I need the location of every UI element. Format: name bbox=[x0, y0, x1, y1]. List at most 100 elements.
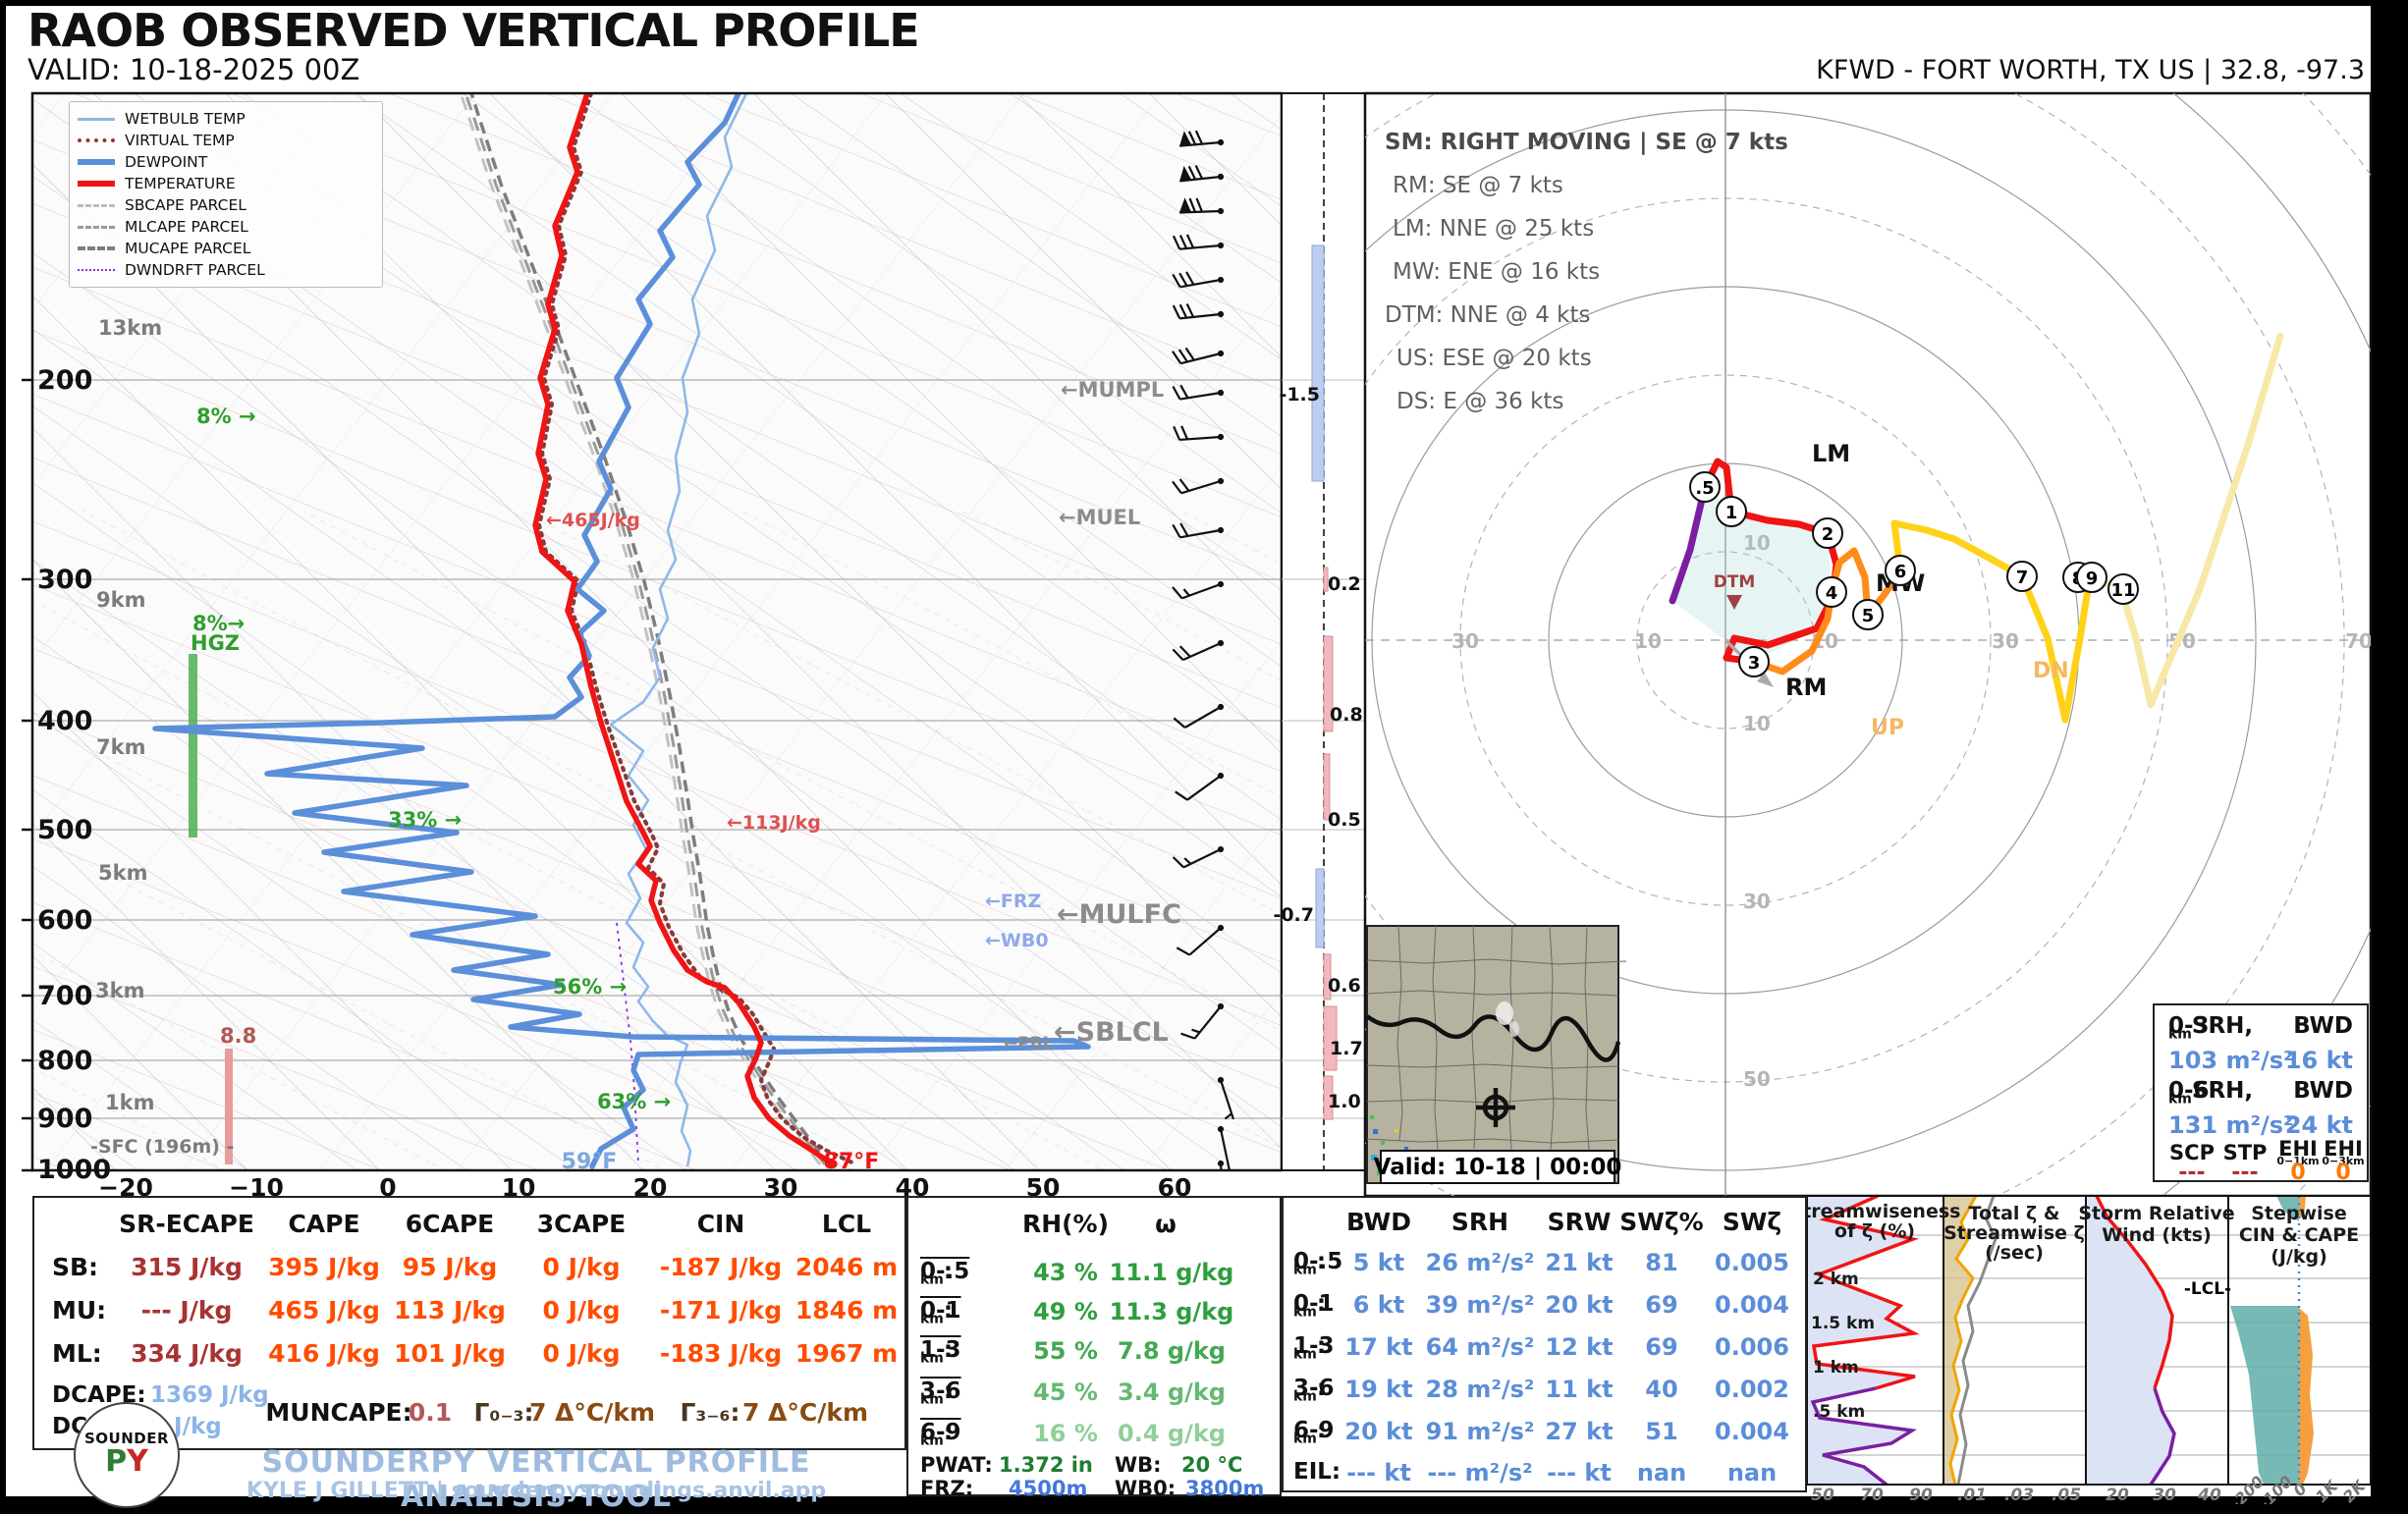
cell: 95 J/kg bbox=[403, 1253, 497, 1281]
mini-x-label: 40 bbox=[2197, 1486, 2221, 1504]
cell: 21 kt bbox=[1545, 1249, 1613, 1276]
pwat-value: 1.372 in bbox=[999, 1453, 1093, 1477]
raob-profile-figure: { "header":{ "title":"RAOB OBSERVED VERT… bbox=[0, 0, 2408, 1504]
cell: -183 J/kg bbox=[660, 1339, 782, 1368]
legend-label: DWNDRFT PARCEL bbox=[125, 261, 265, 279]
rh-value: 55 % bbox=[1033, 1337, 1098, 1365]
km-marker: 9 bbox=[2086, 568, 2099, 589]
omega-value: 0.5 bbox=[1328, 809, 1361, 831]
mini-title: Total ζ & bbox=[1969, 1203, 2060, 1224]
virtual-temp-line-icon bbox=[78, 138, 115, 142]
rm-label: RM bbox=[1785, 674, 1827, 701]
mini-charts: Streamwiseness of ζ (%) Total ζ & Stream… bbox=[1789, 1196, 2371, 1504]
mini-x-label: .03 bbox=[2004, 1486, 2034, 1504]
range: 3-6 bbox=[920, 1379, 961, 1404]
wetbulb-line-icon bbox=[78, 118, 115, 121]
cell: nan bbox=[1637, 1459, 1686, 1487]
cell: -171 J/kg bbox=[660, 1296, 782, 1325]
rm-line: RM: SE @ 7 kts bbox=[1393, 173, 1563, 198]
rh-value: 16 % bbox=[1033, 1420, 1098, 1447]
km-marker: 11 bbox=[2110, 580, 2135, 601]
srh-0-6-value: 131 m²/s² bbox=[2168, 1111, 2294, 1139]
lcl-marker-label: -LCL- bbox=[2184, 1279, 2231, 1299]
range: 0-.5 bbox=[1293, 1249, 1342, 1274]
mini-title: CIN & CAPE bbox=[2239, 1224, 2359, 1246]
range: 0-1 bbox=[1293, 1291, 1335, 1317]
wb0-value: 3800m bbox=[1185, 1477, 1264, 1500]
sbcape-line-icon bbox=[78, 204, 115, 207]
range: 1-3 bbox=[1293, 1333, 1335, 1359]
muncape-label: MUNCAPE: bbox=[265, 1398, 411, 1427]
mlcape-line-icon bbox=[78, 226, 115, 229]
bwd-0-6-value: 24 kt bbox=[2285, 1111, 2353, 1139]
dcape-value: 1369 J/kg bbox=[150, 1382, 269, 1408]
wb-label: WB: bbox=[1115, 1453, 1162, 1477]
mini-y-label: 1 km bbox=[1813, 1358, 1859, 1378]
legend-label: DEWPOINT bbox=[125, 153, 207, 171]
ring-label: 30 bbox=[1451, 629, 1479, 653]
wb0-label: ←WB0 bbox=[985, 930, 1049, 951]
cell: --- J/kg bbox=[141, 1296, 233, 1325]
mw-line: MW: ENE @ 16 kts bbox=[1393, 259, 1600, 285]
rh-value: 43 % bbox=[1033, 1259, 1098, 1286]
us-line: US: ESE @ 20 kts bbox=[1396, 346, 1592, 371]
mini-title: Streamwiseness bbox=[1789, 1201, 1961, 1222]
cell: 40 bbox=[1645, 1376, 1677, 1403]
cell: 395 J/kg bbox=[268, 1253, 380, 1281]
ring-label: 10 bbox=[1634, 629, 1662, 653]
skewt-legend: WETBULB TEMP VIRTUAL TEMP DEWPOINT TEMPE… bbox=[69, 101, 383, 288]
srh-word: SRH, bbox=[2192, 1013, 2253, 1039]
cell: 28 m²/s² bbox=[1426, 1376, 1535, 1403]
mini-x-label: 30 bbox=[2153, 1486, 2176, 1504]
row-label: SB: bbox=[52, 1253, 98, 1281]
cell: 26 m²/s² bbox=[1426, 1249, 1535, 1276]
cape-annotation: ←465J/kg bbox=[546, 510, 640, 531]
mini-y-label: .5 km bbox=[1813, 1402, 1865, 1422]
logo-text-p: P bbox=[105, 1444, 127, 1479]
wb0-label: WB0: bbox=[1115, 1477, 1176, 1500]
ring-label: 30 bbox=[1743, 890, 1771, 913]
height-label: 3km bbox=[95, 979, 144, 1002]
sounderpy-logo: SOUNDER PY bbox=[74, 1402, 180, 1508]
w-value: 0.4 g/kg bbox=[1118, 1420, 1226, 1447]
ring-label: 70 bbox=[2345, 629, 2373, 653]
cell: 0.004 bbox=[1715, 1418, 1789, 1445]
omega-bar-up bbox=[1316, 869, 1324, 947]
cell: 19 kt bbox=[1344, 1376, 1412, 1403]
srh-info-box: 0-3km SRH, BWD 103 m²/s² 16 kt 0-6km SRH… bbox=[2153, 1003, 2369, 1182]
cell: 27 kt bbox=[1545, 1418, 1613, 1445]
cell: 69 bbox=[1645, 1333, 1677, 1361]
legend-label: MUCAPE PARCEL bbox=[125, 240, 250, 257]
scp-value: --- bbox=[2178, 1161, 2205, 1185]
muncape-value: 0.1 bbox=[409, 1398, 452, 1427]
cell: 1846 m bbox=[795, 1296, 898, 1325]
col-header: ω bbox=[1155, 1210, 1177, 1238]
mini-y-label: 2 km bbox=[1813, 1270, 1859, 1289]
legend-label: VIRTUAL TEMP bbox=[125, 132, 235, 149]
omega-bar-up bbox=[1312, 245, 1324, 481]
mulfc-label: ←MULFC bbox=[1057, 899, 1181, 930]
srh-0-3-value: 103 m²/s² bbox=[2168, 1047, 2294, 1074]
cell: 20 kt bbox=[1545, 1291, 1613, 1319]
dtm-label: DTM bbox=[1714, 572, 1756, 592]
up-label: UP bbox=[1871, 716, 1904, 740]
bwd-word: BWD bbox=[2293, 1013, 2353, 1039]
cell: 20 kt bbox=[1344, 1418, 1412, 1445]
rh-label: 63% → bbox=[597, 1090, 671, 1113]
cell: 0.006 bbox=[1715, 1333, 1789, 1361]
hgz-label: HGZ bbox=[191, 631, 240, 655]
row-label: MU: bbox=[52, 1296, 106, 1325]
height-label: 7km bbox=[96, 735, 145, 759]
mini-title: Streamwise ζ bbox=[1943, 1222, 2085, 1244]
mini-title: (/sec) bbox=[1985, 1242, 2044, 1264]
wb-value: 20 °C bbox=[1181, 1453, 1242, 1477]
cell: 2046 m bbox=[795, 1253, 898, 1281]
gamma-0-3-label: Γ₀₋₃: bbox=[473, 1398, 533, 1427]
cell: --- kt bbox=[1346, 1459, 1411, 1487]
ring-label: 30 bbox=[1992, 629, 2019, 653]
legend-label: MLCAPE PARCEL bbox=[125, 218, 248, 236]
km-marker: 3 bbox=[1748, 653, 1761, 674]
cell: 315 J/kg bbox=[131, 1253, 243, 1281]
legend-label: TEMPERATURE bbox=[125, 175, 236, 192]
dcape-value: 8.8 bbox=[220, 1024, 256, 1048]
